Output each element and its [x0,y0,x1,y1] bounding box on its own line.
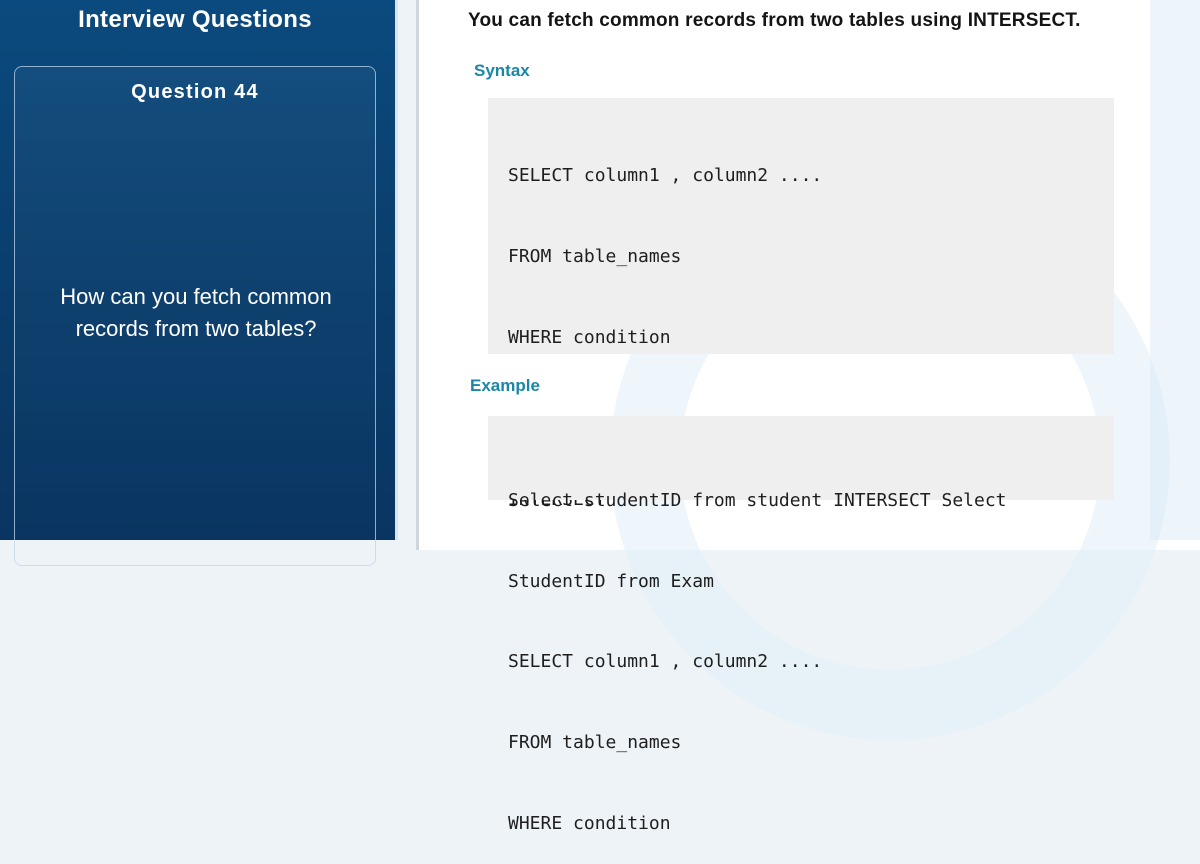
code-line: StudentID from Exam [508,571,714,592]
code-line: WHERE condition [508,327,671,348]
question-text: How can you fetch common records from tw… [60,284,332,341]
left-panel: Interview Questions Question 44 How can … [0,0,398,566]
question-number: Question 44 [131,81,259,103]
answer-headline: You can fetch common records from two ta… [468,10,1081,31]
code-line: Select studentID from student INTERSECT … [508,490,1007,511]
code-line: FROM table_names [508,246,682,267]
example-code-block: Select studentID from student INTERSECT … [488,416,1114,592]
code-line: SELECT column1 , column2 .... [508,651,823,672]
question-card: Question 44 How can you fetch common rec… [14,66,376,566]
code-line: WHERE condition [508,813,671,834]
code-line: FROM table_names [508,732,682,753]
syntax-code-block: SELECT column1 , column2 .... FROM table… [488,98,1114,834]
panel-title: Interview Questions [78,6,312,33]
example-label: Example [470,376,540,395]
syntax-label: Syntax [474,61,530,80]
background-watermark-bar [1150,0,1200,540]
code-line: SELECT column1 , column2 .... [508,165,823,186]
